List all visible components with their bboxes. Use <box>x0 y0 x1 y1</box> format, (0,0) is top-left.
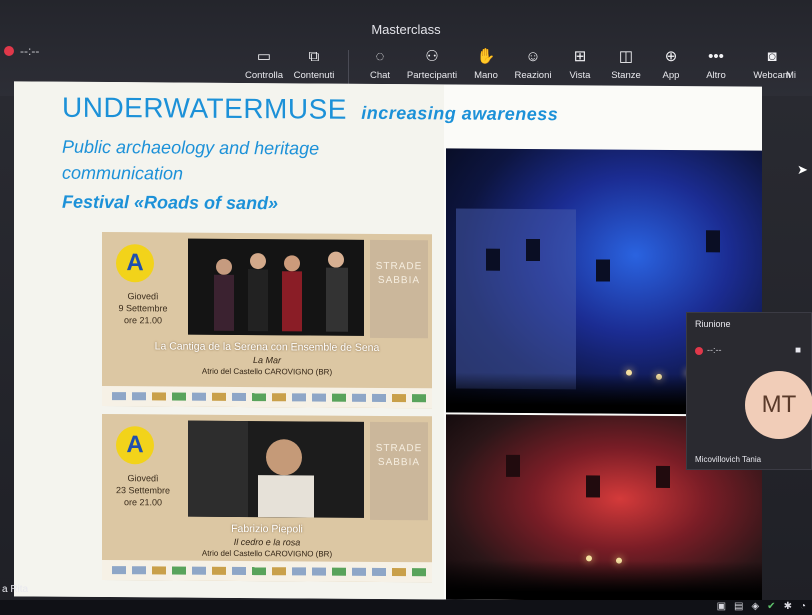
tray-bluetooth-icon[interactable]: ✱ <box>784 601 792 612</box>
poster-side-text: STRADE SABBIA <box>375 442 423 469</box>
poster-photo-musicians <box>188 238 364 336</box>
timer-text: --:-- <box>20 44 40 58</box>
festival-logo-icon: A <box>116 244 154 283</box>
poster-subtitle: La Mar <box>252 355 281 366</box>
tray-app-icon[interactable]: ◈ <box>751 601 759 612</box>
view-label: Vista <box>569 70 591 81</box>
hand-label: Mano <box>474 70 498 81</box>
poster-side-panel: STRADE SABBIA <box>370 239 428 339</box>
poster-time: ore 21.00 <box>123 497 163 508</box>
participant-name: Micovillovich Tania <box>695 455 762 464</box>
bottom-participant-name: a Rita <box>2 584 29 595</box>
chat-button[interactable]: ◌ Chat <box>350 48 410 81</box>
more-button[interactable]: ••• Altro <box>686 48 746 81</box>
window-title: Masterclass <box>371 22 441 37</box>
recording-dot-icon <box>4 46 14 56</box>
participant-tile[interactable]: Riunione --:-- ■ MT Micovillovich Tania <box>686 312 812 470</box>
participant-panel-title: Riunione <box>695 319 731 329</box>
control-icon: ▭ <box>256 48 272 65</box>
poster-subtitle: Il cedro e la rosa <box>233 536 301 548</box>
event-poster-1: A Giovedì 9 Settembre ore 21.00 STRADE S… <box>102 232 432 409</box>
participants-label: Partecipanti <box>406 70 458 81</box>
reactions-icon: ☺ <box>525 48 541 65</box>
poster-date: Giovedì 23 Settembre ore 21.00 <box>108 472 178 508</box>
recording-dot-icon <box>695 347 703 355</box>
rooms-label: Stanze <box>611 70 641 81</box>
avatar: MT <box>745 371 812 439</box>
poster-title: La Cantiga de la Serena con Ensemble de … <box>154 340 380 354</box>
poster-day: Giovedì <box>127 473 159 484</box>
mouse-cursor-icon: ➤ <box>797 162 808 177</box>
chat-icon: ◌ <box>375 48 385 65</box>
share-content-label: Contenuti <box>293 70 335 81</box>
performer-portrait <box>188 420 364 518</box>
poster-date: Giovedì 9 Settembre ore 21.00 <box>108 290 178 326</box>
slide-title: UNDERWATERMUSE increasing awareness <box>62 92 558 127</box>
more-icon: ••• <box>708 48 724 65</box>
tray-check-icon[interactable]: ✔ <box>767 601 775 612</box>
rooms-icon: ◫ <box>618 48 634 65</box>
mic-icon <box>789 48 809 66</box>
control-label: Controlla <box>244 70 284 81</box>
poster-day: Giovedì <box>127 291 159 302</box>
poster-title: Fabrizio Piepoli <box>231 522 303 536</box>
mic-label: Mi <box>786 70 797 81</box>
participant-timer: --:-- <box>707 345 722 355</box>
poster-sponsor-bar <box>102 386 432 409</box>
share-content-icon: ⧉ <box>308 48 320 65</box>
poster-location: Atrio del Castello CAROVIGNO (BR) <box>201 366 333 377</box>
slide-subheading-line1: Public archaeology and heritage <box>62 136 320 159</box>
festival-heading: Festival «Roads of sand» <box>62 191 279 214</box>
poster-location: Atrio del Castello CAROVIGNO (BR) <box>201 548 333 559</box>
toolbar-divider <box>348 50 349 84</box>
meeting-window: Masterclass --:-- ▭ Controlla ⧉ Contenut… <box>0 0 812 615</box>
slide-subheading-line2: communication <box>62 162 184 184</box>
share-content-button[interactable]: ⧉ Contenuti <box>284 48 344 81</box>
camera-icon[interactable]: ■ <box>795 345 801 356</box>
event-poster-2: A Giovedì 23 Settembre ore 21.00 STRADE … <box>102 414 432 583</box>
hand-icon: ✋ <box>476 48 496 65</box>
apps-icon: ⊕ <box>664 48 678 65</box>
poster-time: ore 21.00 <box>123 315 163 326</box>
more-label: Altro <box>706 70 726 81</box>
chat-label: Chat <box>369 70 391 81</box>
webcam-icon: ◙ <box>767 48 777 65</box>
slide-title-sub: increasing awareness <box>361 102 559 125</box>
system-tray: ▣ ▤ ◈ ✔ ✱ ◔ <box>717 601 806 612</box>
slide-title-text: UNDERWATERMUSE <box>62 91 347 125</box>
poster-date-text: 23 Settembre <box>115 485 171 496</box>
taskbar <box>0 600 812 615</box>
apps-label: App <box>662 70 680 81</box>
view-icon: ⊞ <box>573 48 587 65</box>
recording-timer: --:-- <box>4 44 39 58</box>
tray-network-icon[interactable]: ◔ <box>800 601 806 612</box>
poster-side-panel: STRADE SABBIA <box>370 421 428 521</box>
musicians-silhouette <box>188 238 364 336</box>
participants-icon: ⚇ <box>425 48 439 65</box>
poster-photo-performer <box>188 420 364 518</box>
poster-sponsor-bar <box>102 560 432 583</box>
mic-button[interactable]: Mi <box>786 48 812 81</box>
reactions-label: Reazioni <box>514 70 552 81</box>
participants-button[interactable]: ⚇ Partecipanti <box>402 48 462 81</box>
tray-app-icon[interactable]: ▣ <box>717 601 726 612</box>
shared-slide: UNDERWATERMUSE increasing awareness Publ… <box>14 81 762 602</box>
poster-side-text: STRADE SABBIA <box>375 260 423 287</box>
festival-logo-icon: A <box>116 426 154 465</box>
slide-subheading: Public archaeology and heritage communic… <box>62 134 319 188</box>
tray-app-icon[interactable]: ▤ <box>734 601 743 612</box>
poster-date-text: 9 Settembre <box>118 303 168 314</box>
